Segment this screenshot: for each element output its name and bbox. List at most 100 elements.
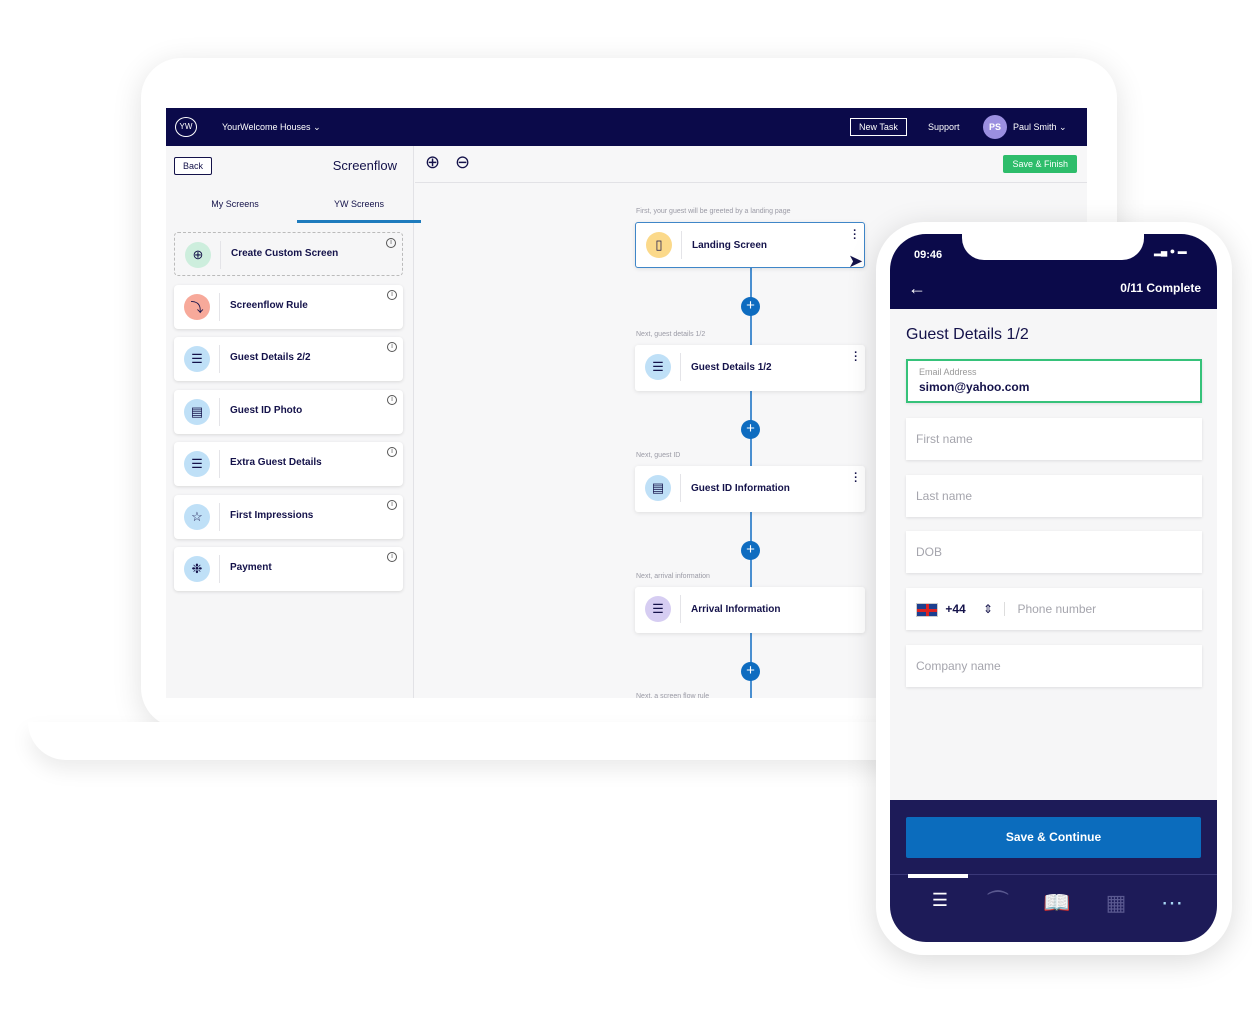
email-field[interactable]: Email Address simon@yahoo.com [906,359,1202,403]
flow-step-label: Guest Details 1/2 [691,362,772,373]
page-title: Screenflow [332,158,397,173]
uk-flag-icon [916,602,938,617]
add-step-button[interactable]: + [741,297,760,316]
flow-caption: Next, a screen flow rule [636,693,710,698]
save-continue-button[interactable]: Save & Continue [906,817,1201,858]
card-label: Guest ID Photo [230,404,303,416]
map-icon[interactable]: ▦ [1096,890,1136,916]
flow-caption: Next, arrival information [636,573,710,580]
screens-sidebar: Back Screenflow My Screens YW Screens ⊕ … [166,146,421,698]
flow-caption: Next, guest ID [636,452,681,459]
phone-notch [962,234,1144,260]
sort-icon[interactable]: ⇕ [983,602,993,616]
top-bar: YW YourWelcome Houses ⌄ New Task Support… [166,108,1087,146]
tab-my-screens[interactable]: My Screens [173,199,297,223]
info-icon[interactable]: i [387,342,397,352]
dob-field[interactable]: DOB [906,531,1202,573]
flow-step[interactable]: ▤ Guest ID Information · · · [635,466,865,512]
phone-field[interactable]: +44 ⇕ Phone number [906,588,1202,630]
cursor-icon: ➤ [848,251,864,271]
last-name-field[interactable]: Last name [906,475,1202,517]
dial-code[interactable]: +44 [945,602,965,616]
card-label: Guest Details 2/2 [230,352,311,363]
progress-text: 0/11 Complete [1120,281,1201,295]
screen-card[interactable]: ☰ Guest Details 2/2 i [174,337,403,381]
info-icon[interactable]: i [387,499,397,510]
add-step-button[interactable]: + [741,662,760,681]
star-icon: ☆ [184,503,210,530]
scroll-icon: ▯ [646,232,672,258]
user-name: Paul Smith [1013,122,1057,132]
info-icon[interactable]: i [387,394,397,405]
flow-step-label: Guest ID Information [691,483,790,494]
support-link[interactable]: Support [928,122,960,132]
logo: YW [175,117,197,137]
split-arrows-icon: ⤵ [184,293,210,320]
more-vertical-icon[interactable]: · · · [854,469,858,488]
chevron-down-icon: ⌄ [1059,122,1067,132]
tab-yw-screens[interactable]: YW Screens [297,199,421,223]
more-vertical-icon[interactable]: · · · [853,226,857,245]
list-icon: ☰ [645,354,671,380]
card-label: Payment [230,562,272,573]
phone-number-placeholder: Phone number [1004,602,1097,616]
phone-bottom-bar: Save & Continue ☰ ⏜ 📖 ▦ ⋯ [890,800,1217,942]
flow-step[interactable]: ▯ Landing Screen · · · [635,222,865,268]
info-icon[interactable]: i [387,447,397,457]
plus-circle-icon: ⊕ [185,242,211,268]
flow-step-label: Landing Screen [692,240,768,251]
new-task-button[interactable]: New Task [850,118,907,136]
flow-caption: Next, guest details 1/2 [636,331,706,338]
email-label: Email Address [919,367,977,377]
phone-header: 09:46 ▂▄ ● ▬ ← 0/11 Complete [890,234,1217,309]
flow-step-label: Arrival Information [691,604,781,615]
info-icon[interactable]: i [387,289,397,300]
screen-card[interactable]: ⤵ Screenflow Rule i [174,284,403,329]
phone-screen: 09:46 ▂▄ ● ▬ ← 0/11 Complete Guest Detai… [890,234,1217,942]
guide-book-icon[interactable]: 📖 [1037,890,1077,916]
service-bell-icon[interactable]: ⏜ [978,890,1018,916]
status-icons: ▂▄ ● ▬ [1154,246,1187,256]
zoom-in-icon[interactable]: ⊕ [425,152,440,173]
info-icon[interactable]: i [386,238,396,248]
add-step-button[interactable]: + [741,420,760,439]
org-switcher[interactable]: YourWelcome Houses ⌄ [222,122,321,133]
user-menu[interactable]: Paul Smith ⌄ [1013,122,1067,133]
flow-step[interactable]: ☰ Guest Details 1/2 · · · [635,345,865,391]
back-arrow-icon[interactable]: ← [908,278,926,299]
canvas-toolbar: ⊕ ⊖ Save & Finish [415,146,1087,183]
piggy-bank-icon: ❉ [184,556,210,582]
email-value: simon@yahoo.com [919,380,1030,394]
card-label: First Impressions [230,509,314,521]
zoom-out-icon[interactable]: ⊖ [455,152,470,173]
id-card-icon: ▤ [645,475,671,501]
form-title: Guest Details 1/2 [906,326,1029,343]
flow-step[interactable]: ☰ Arrival Information [635,587,865,633]
list-icon: ☰ [184,346,210,372]
first-name-field[interactable]: First name [906,418,1202,460]
status-time: 09:46 [914,249,943,261]
id-card-icon: ▤ [184,398,210,425]
add-step-button[interactable]: + [741,541,760,560]
avatar[interactable]: PS [983,115,1007,139]
screen-card[interactable]: ☰ Extra Guest Details i [174,442,403,486]
screen-card[interactable]: ❉ Payment i [174,547,403,591]
card-label: Screenflow Rule [230,299,308,311]
more-vertical-icon[interactable]: · · · [854,348,858,367]
list-icon: ☰ [645,596,671,622]
card-label: Create Custom Screen [231,248,339,259]
flow-caption: First, your guest will be greeted by a l… [636,208,791,215]
chevron-down-icon: ⌄ [313,122,321,132]
checklist-icon[interactable]: ☰ [920,890,960,911]
info-icon[interactable]: i [387,552,397,562]
more-icon[interactable]: ⋯ [1152,890,1192,916]
screen-card[interactable]: ⊕ Create Custom Screen i [174,232,403,276]
back-button[interactable]: Back [174,157,213,175]
org-name: YourWelcome Houses [222,122,311,132]
screen-card[interactable]: ☆ First Impressions i [174,494,403,539]
list-icon: ☰ [184,451,210,477]
save-finish-button[interactable]: Save & Finish [1003,155,1077,173]
company-field[interactable]: Company name [906,645,1202,687]
screen-card[interactable]: ▤ Guest ID Photo i [174,389,403,434]
card-label: Extra Guest Details [230,457,322,468]
